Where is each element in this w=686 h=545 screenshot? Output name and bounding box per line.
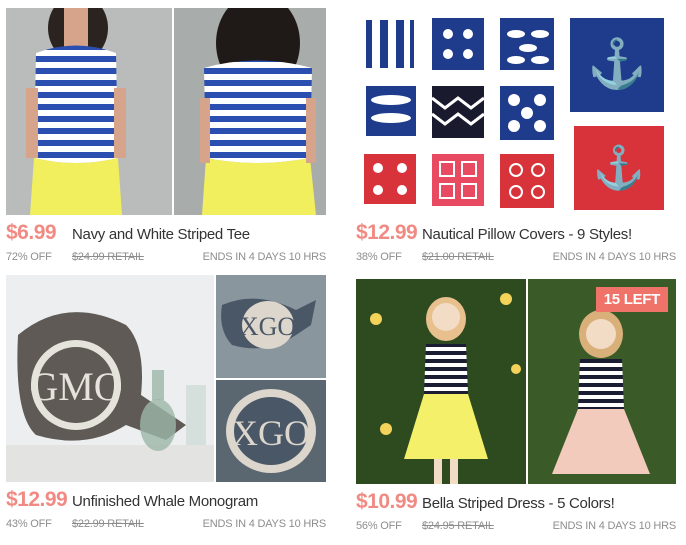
deal-title[interactable]: Navy and White Striped Tee: [72, 226, 250, 243]
deal-card-pillow-covers[interactable]: ⚓ ⚓ $12.99 Nautical Pillow Covers - 9 St…: [356, 8, 676, 267]
deal-price: $10.99: [356, 490, 418, 513]
striped-tee-image: [6, 8, 326, 215]
ends-timer: ENDS IN 4 DAYS 10 HRS: [552, 251, 677, 263]
percent-off: 56% OFF: [356, 520, 402, 532]
deal-title[interactable]: Nautical Pillow Covers - 9 Styles!: [422, 226, 632, 243]
svg-text:⚓: ⚓: [587, 36, 647, 91]
deal-title[interactable]: Bella Striped Dress - 5 Colors!: [422, 495, 615, 512]
ends-timer: ENDS IN 4 DAYS 10 HRS: [552, 520, 677, 532]
deal-title[interactable]: Unfinished Whale Monogram: [72, 493, 258, 510]
whale-monogram-photo[interactable]: GMO XGO XGO: [6, 275, 326, 482]
deal-card-whale-monogram[interactable]: GMO XGO XGO $12.99 Unfinished Whale Mono…: [6, 275, 326, 534]
whale-monogram-image: GMO XGO XGO: [6, 275, 326, 482]
retail-price: $24.95 RETAIL: [422, 520, 494, 532]
ends-timer: ENDS IN 4 DAYS 10 HRS: [202, 518, 327, 530]
retail-price: $24.99 RETAIL: [72, 251, 144, 263]
deal-card-striped-dress[interactable]: 15 LEFT $10.99 Bella Striped Dress - 5 C…: [356, 279, 676, 536]
pillow-covers-photo[interactable]: ⚓ ⚓: [356, 8, 676, 215]
percent-off: 38% OFF: [356, 251, 402, 263]
deal-price: $12.99: [356, 221, 418, 244]
retail-price: $22.99 RETAIL: [72, 518, 144, 530]
deal-price: $12.99: [6, 488, 68, 511]
ends-timer: ENDS IN 4 DAYS 10 HRS: [202, 251, 327, 263]
percent-off: 72% OFF: [6, 251, 52, 263]
striped-tee-photo[interactable]: [6, 8, 326, 215]
pillow-covers-image: ⚓ ⚓: [364, 18, 664, 210]
percent-off: 43% OFF: [6, 518, 52, 530]
striped-dress-photo[interactable]: 15 LEFT: [356, 279, 676, 484]
svg-text:XGO: XGO: [232, 413, 310, 453]
svg-text:⚓: ⚓: [593, 143, 645, 192]
svg-text:GMO: GMO: [29, 364, 122, 409]
stock-badge: 15 LEFT: [595, 287, 668, 312]
retail-price: $21.00 RETAIL: [422, 251, 494, 263]
deal-card-striped-tee[interactable]: $6.99 Navy and White Striped Tee 72% OFF…: [6, 8, 326, 267]
svg-text:XGO: XGO: [240, 312, 296, 341]
deal-price: $6.99: [6, 221, 57, 244]
